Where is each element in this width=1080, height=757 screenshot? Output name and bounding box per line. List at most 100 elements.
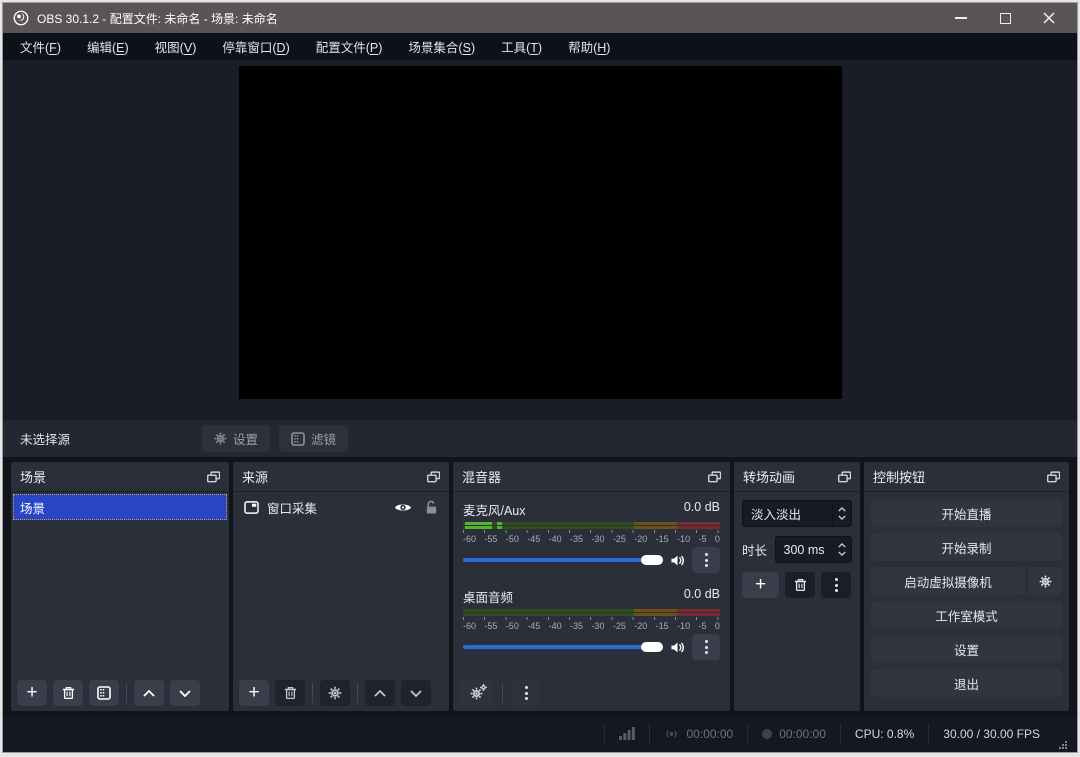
meter-tick-labels: -60 -55 -50 -45 -40 -35 -30 -25 -20 -15 -10 -5 0 [463, 621, 720, 631]
menu-item[interactable]: 文件(F) [7, 32, 74, 61]
move-scene-up-button[interactable] [134, 680, 164, 706]
visibility-eye-icon[interactable] [394, 502, 412, 513]
add-source-button[interactable]: + [239, 680, 269, 706]
chevron-up-icon [143, 689, 155, 697]
remove-source-button[interactable] [275, 680, 305, 706]
maximize-button[interactable] [983, 3, 1027, 33]
menu-item[interactable]: 视图(V) [142, 32, 210, 61]
transition-select[interactable]: 淡入淡出 [742, 500, 852, 527]
mixer-panel: 混音器 麦克风/Aux 0.0 dB -60 -55 -50 -45 -40 -… [453, 462, 730, 711]
meter-tick-label: -50 [505, 534, 519, 544]
transition-properties-button[interactable] [821, 572, 851, 598]
meter-tick-label: -40 [548, 534, 562, 544]
record-time-value: 00:00:00 [779, 726, 826, 741]
meter-tick-label: -40 [548, 621, 562, 631]
virtual-camera-config-button[interactable] [1028, 567, 1062, 595]
meter-tick-label: -45 [527, 621, 541, 631]
preview-canvas[interactable] [238, 66, 842, 399]
settings-button[interactable]: 设置 [871, 635, 1062, 663]
kebab-menu-icon [704, 640, 708, 654]
volume-slider[interactable] [463, 554, 663, 566]
source-filters-button[interactable]: 滤镜 [279, 425, 349, 452]
source-properties-button[interactable]: 设置 [202, 425, 271, 452]
menu-item[interactable]: 配置文件(P) [303, 32, 396, 61]
dock-popout-icon[interactable] [838, 470, 851, 483]
speaker-icon[interactable] [670, 641, 685, 654]
channel-menu-button[interactable] [692, 634, 720, 660]
toolbar-divider [357, 683, 358, 703]
start-virtual-camera-button[interactable]: 启动虚拟摄像机 [871, 567, 1025, 595]
trash-icon [284, 686, 296, 700]
scene-list-item[interactable]: 场景 [13, 494, 227, 520]
advanced-audio-button[interactable] [459, 680, 493, 706]
meter-tick-label: -30 [591, 621, 605, 631]
channel-level-db: 0.0 dB [683, 587, 720, 601]
move-source-up-button[interactable] [365, 680, 395, 706]
docks-row: 场景 场景 + 来源 窗口采集 + 混音器 麦克风/Aux 0.0 dB -60… [3, 457, 1077, 715]
signal-bars-icon [619, 727, 636, 740]
channel-name: 桌面音频 [463, 591, 514, 605]
scenes-panel: 场景 场景 + [11, 462, 229, 711]
mixer-menu-button[interactable] [512, 680, 540, 706]
gear-icon [214, 432, 227, 445]
meter-tick-label: -35 [570, 534, 584, 544]
exit-button[interactable]: 退出 [871, 669, 1062, 697]
menu-item[interactable]: 场景集合(S) [395, 32, 488, 61]
status-bar: 00:00:00 00:00:00 CPU: 0.8% 30.00 / 30.0… [3, 715, 1077, 752]
chevron-down-icon [837, 551, 846, 556]
volume-slider-handle[interactable] [641, 555, 663, 565]
maximize-icon [999, 12, 1011, 24]
dock-popout-icon[interactable] [1047, 470, 1060, 483]
add-scene-button[interactable]: + [17, 680, 47, 706]
meter-tick-label: -60 [463, 621, 477, 631]
duration-spinbox[interactable]: 300 ms [775, 536, 852, 563]
scene-filters-button[interactable] [89, 680, 119, 706]
menu-item[interactable]: 停靠窗口(D) [209, 32, 302, 61]
record-dot-icon [762, 728, 773, 739]
close-button[interactable] [1027, 3, 1071, 33]
stream-timer: 00:00:00 [650, 727, 747, 741]
start-recording-button[interactable]: 开始录制 [871, 533, 1062, 561]
studio-mode-button[interactable]: 工作室模式 [871, 601, 1062, 629]
menu-item[interactable]: 编辑(E) [74, 32, 142, 61]
cpu-usage-value: CPU: 0.8% [854, 726, 915, 741]
resize-grip[interactable] [1058, 740, 1067, 749]
mixer-channel-desktop: 桌面音频 0.0 dB -60 -55 -50 -45 -40 -35 -30 -25 -20-… [463, 587, 720, 660]
source-list-item[interactable]: 窗口采集 [235, 494, 447, 521]
chevron-down-icon [179, 689, 191, 697]
source-properties-toolbar-button[interactable] [320, 680, 350, 706]
remove-transition-button[interactable] [785, 572, 815, 598]
add-transition-button[interactable]: + [742, 572, 779, 598]
meter-tick-label: -25 [612, 534, 626, 544]
plus-icon: + [248, 681, 260, 703]
volume-slider[interactable] [463, 641, 663, 653]
dock-popout-icon[interactable] [708, 470, 721, 483]
meter-tick-label: -15 [655, 621, 669, 631]
start-streaming-button[interactable]: 开始直播 [871, 499, 1062, 527]
mini-gear-icon [480, 684, 487, 691]
obs-window: OBS 30.1.2 - 配置文件: 未命名 - 场景: 未命名 文件(F) 编辑… [2, 2, 1078, 753]
channel-menu-button[interactable] [692, 547, 720, 573]
meter-tick-label: -55 [484, 534, 498, 544]
duration-label: 时长 [742, 544, 768, 558]
move-source-down-button[interactable] [401, 680, 431, 706]
duration-spinner[interactable] [832, 537, 851, 562]
meter-tick-label: -30 [591, 534, 605, 544]
lock-icon[interactable] [425, 500, 438, 515]
sources-panel: 来源 窗口采集 + [233, 462, 449, 711]
chevron-down-icon [410, 689, 422, 697]
dock-popout-icon[interactable] [207, 470, 220, 483]
remove-scene-button[interactable] [53, 680, 83, 706]
dock-popout-icon[interactable] [427, 470, 440, 483]
move-scene-down-button[interactable] [170, 680, 200, 706]
volume-slider-handle[interactable] [641, 642, 663, 652]
speaker-icon[interactable] [670, 554, 685, 567]
transition-select-spinner[interactable] [832, 501, 851, 526]
toolbar-divider [126, 683, 127, 703]
menu-item[interactable]: 帮助(H) [555, 32, 623, 61]
menu-item[interactable]: 工具(T) [488, 32, 555, 61]
minimize-button[interactable] [939, 3, 983, 33]
trash-icon [62, 686, 74, 700]
filter-icon [291, 431, 305, 446]
broadcast-icon [666, 729, 678, 738]
